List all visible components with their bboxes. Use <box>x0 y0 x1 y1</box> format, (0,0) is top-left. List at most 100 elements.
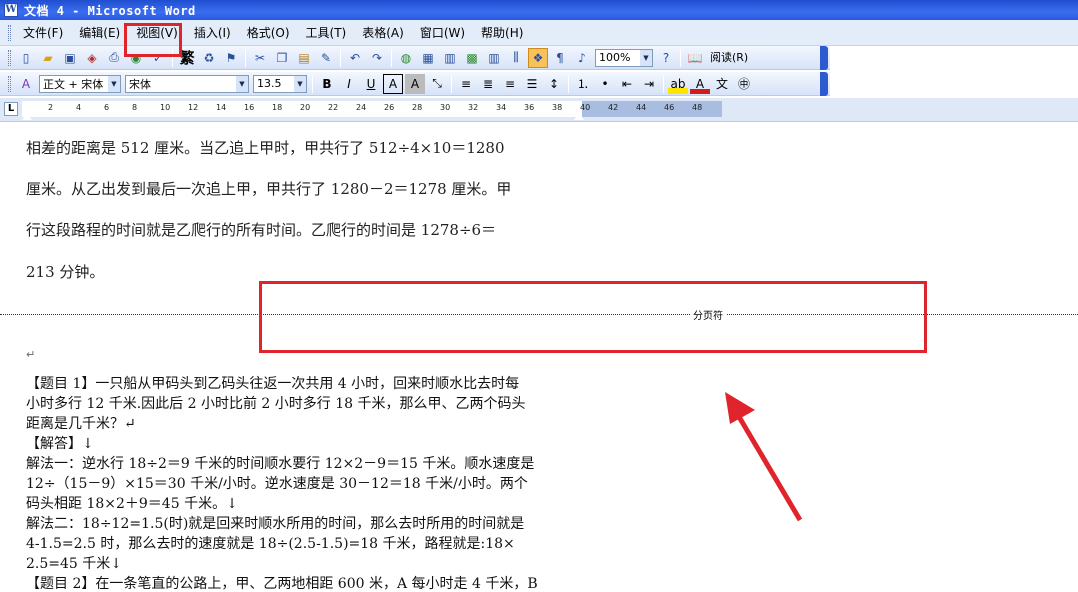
italic-icon[interactable]: I <box>339 74 359 94</box>
numbering-icon[interactable]: ⒈ <box>573 74 593 94</box>
menu-insert[interactable]: 插入(I) <box>186 22 239 44</box>
align-center-icon[interactable]: ≣ <box>478 74 498 94</box>
tab-selector[interactable]: L <box>4 102 18 116</box>
ruler-tick-label: 4 <box>76 103 82 112</box>
toolbar-grip[interactable] <box>8 75 11 92</box>
document-area[interactable]: 相差的距离是 512 厘米。当乙追上甲时，甲共行了 512÷4×10＝1280 … <box>0 123 1078 592</box>
chevron-down-icon[interactable]: ▼ <box>236 75 248 92</box>
research-icon[interactable]: ♻ <box>199 48 219 68</box>
undo-icon[interactable]: ↶ <box>345 48 365 68</box>
ruler-tick-label: 44 <box>636 103 647 112</box>
document-line: 4-1.5=2.5 时，那么去时的速度就是 18÷(2.5-1.5)=18 千米… <box>26 536 515 552</box>
document-map-icon[interactable]: ❖ <box>528 47 548 68</box>
increase-indent-icon[interactable]: ⇥ <box>639 74 659 94</box>
menu-tools[interactable]: 工具(T) <box>298 22 355 44</box>
save-icon[interactable]: ▣ <box>60 48 80 68</box>
insert-excel-icon[interactable]: ▩ <box>462 48 482 68</box>
phonetic-guide-icon[interactable]: 文 <box>712 74 732 94</box>
document-line: 【解答】↓ <box>26 436 94 452</box>
enclose-characters-icon[interactable]: ㊥ <box>734 74 754 94</box>
permission-icon[interactable]: ◈ <box>82 48 102 68</box>
redo-icon[interactable]: ↷ <box>367 48 387 68</box>
ruler-tick-label: 38 <box>552 103 563 112</box>
right-indent-marker[interactable] <box>574 113 584 120</box>
menu-table[interactable]: 表格(A) <box>354 22 412 44</box>
ruler-scale: 2 4 6 8 10 12 14 16 18 20 22 24 26 28 30 32 34 36 38 40 42 44… <box>22 101 722 120</box>
view-menu-highlight <box>124 23 182 57</box>
ruler-tick-label: 32 <box>468 103 479 112</box>
character-shading-icon[interactable]: A <box>405 73 425 94</box>
menu-help[interactable]: 帮助(H) <box>473 22 531 44</box>
chevron-down-icon[interactable]: ▼ <box>294 75 306 92</box>
toolbar-grip[interactable] <box>8 49 11 66</box>
horizontal-ruler: L 2 4 6 8 10 12 14 16 18 20 22 24 26 28 30 32 34 36 38 40 42… <box>0 98 1078 122</box>
align-right-icon[interactable]: ≡ <box>500 74 520 94</box>
menu-window[interactable]: 窗口(W) <box>412 22 473 44</box>
chevron-down-icon[interactable]: ▼ <box>640 49 652 66</box>
menu-grip[interactable] <box>8 24 11 41</box>
ruler-tick-label: 20 <box>300 103 311 112</box>
toolbar-separator <box>680 48 681 67</box>
toolbar-separator <box>451 74 452 93</box>
ruler-tick-label: 40 <box>580 103 591 112</box>
align-left-icon[interactable]: ≡ <box>456 74 476 94</box>
ruler-tick-label: 22 <box>328 103 339 112</box>
toolbar-separator <box>568 74 569 93</box>
highlight-icon[interactable]: ab <box>668 73 688 94</box>
left-indent-marker[interactable] <box>22 113 32 120</box>
window-title: 文档 4 - Microsoft Word <box>24 3 196 18</box>
underline-icon[interactable]: U <box>361 74 381 94</box>
help-icon[interactable]: ? <box>656 48 676 68</box>
ruler-tick-label: 14 <box>216 103 227 112</box>
style-select[interactable]: 正文 + 宋体 ▼ <box>39 74 121 93</box>
font-select[interactable]: 宋体 ▼ <box>125 74 249 93</box>
menu-file[interactable]: 文件(F) <box>15 22 71 44</box>
hyperlink-icon[interactable]: ◍ <box>396 48 416 68</box>
document-line: 2.5=45 千米↓ <box>26 556 122 572</box>
distributed-icon[interactable]: ☰ <box>522 74 542 94</box>
toolbar-options-icon[interactable] <box>820 46 828 70</box>
ruler-tick-label: 8 <box>132 103 138 112</box>
copy-icon[interactable]: ❐ <box>272 48 292 68</box>
menu-edit[interactable]: 编辑(E) <box>71 22 128 44</box>
format-painter-icon[interactable]: ✎ <box>316 48 336 68</box>
bold-icon[interactable]: B <box>317 74 337 94</box>
open-folder-icon[interactable]: ▰ <box>38 48 58 68</box>
formatting-toolbar: A 正文 + 宋体 ▼ 宋体 ▼ 13.5 ▼ B I U A A ⤡ ≡ ≣ … <box>0 72 830 96</box>
character-scaling-icon[interactable]: ⤡ <box>427 74 447 94</box>
toolbar-separator <box>245 48 246 67</box>
font-size-select[interactable]: 13.5 ▼ <box>253 74 307 93</box>
show-hide-icon[interactable]: ¶ <box>550 48 570 68</box>
insert-table-icon[interactable]: ▥ <box>440 48 460 68</box>
ruler-tick-label: 42 <box>608 103 619 112</box>
new-document-icon[interactable]: ▯ <box>16 48 36 68</box>
print-icon[interactable]: ⎙ <box>104 48 124 68</box>
ruler-tick-label: 30 <box>440 103 451 112</box>
cut-icon[interactable]: ✂ <box>250 48 270 68</box>
document-line: 213 分钟。 <box>26 263 105 281</box>
chevron-down-icon[interactable]: ▼ <box>108 75 120 92</box>
document-line: 码头相距 18×2＋9＝45 千米。↓ <box>26 496 238 512</box>
drawing-icon[interactable]: ⫼ <box>506 48 526 68</box>
bullets-icon[interactable]: • <box>595 74 615 94</box>
ruler-tick-label: 34 <box>496 103 507 112</box>
translate-icon[interactable]: ⚑ <box>221 48 241 68</box>
menu-format[interactable]: 格式(O) <box>239 22 298 44</box>
styles-formatting-icon[interactable]: A <box>16 74 36 94</box>
line-spacing-icon[interactable]: ↕ <box>544 74 564 94</box>
reading-layout-icon[interactable]: ♪ <box>572 48 592 68</box>
toolbar-options-icon[interactable] <box>820 72 828 96</box>
read-button[interactable]: 阅读(R) <box>706 48 752 68</box>
font-size-value: 13.5 <box>257 77 282 90</box>
tables-borders-icon[interactable]: ▦ <box>418 48 438 68</box>
document-line: 小时多行 12 千米.因此后 2 小时比前 2 小时多行 18 千米，那么甲、乙… <box>26 396 526 412</box>
title-bar: W 文档 4 - Microsoft Word <box>0 0 1078 20</box>
decrease-indent-icon[interactable]: ⇤ <box>617 74 637 94</box>
columns-icon[interactable]: ▥ <box>484 48 504 68</box>
ruler-tick-label: 10 <box>160 103 171 112</box>
font-color-icon[interactable]: A <box>690 73 710 94</box>
character-border-icon[interactable]: A <box>383 73 403 94</box>
zoom-select[interactable]: 100% ▼ <box>595 48 653 67</box>
document-line: 厘米。从乙出发到最后一次追上甲，甲共行了 1280－2＝1278 厘米。甲 <box>26 180 512 198</box>
paste-icon[interactable]: ▤ <box>294 48 314 68</box>
